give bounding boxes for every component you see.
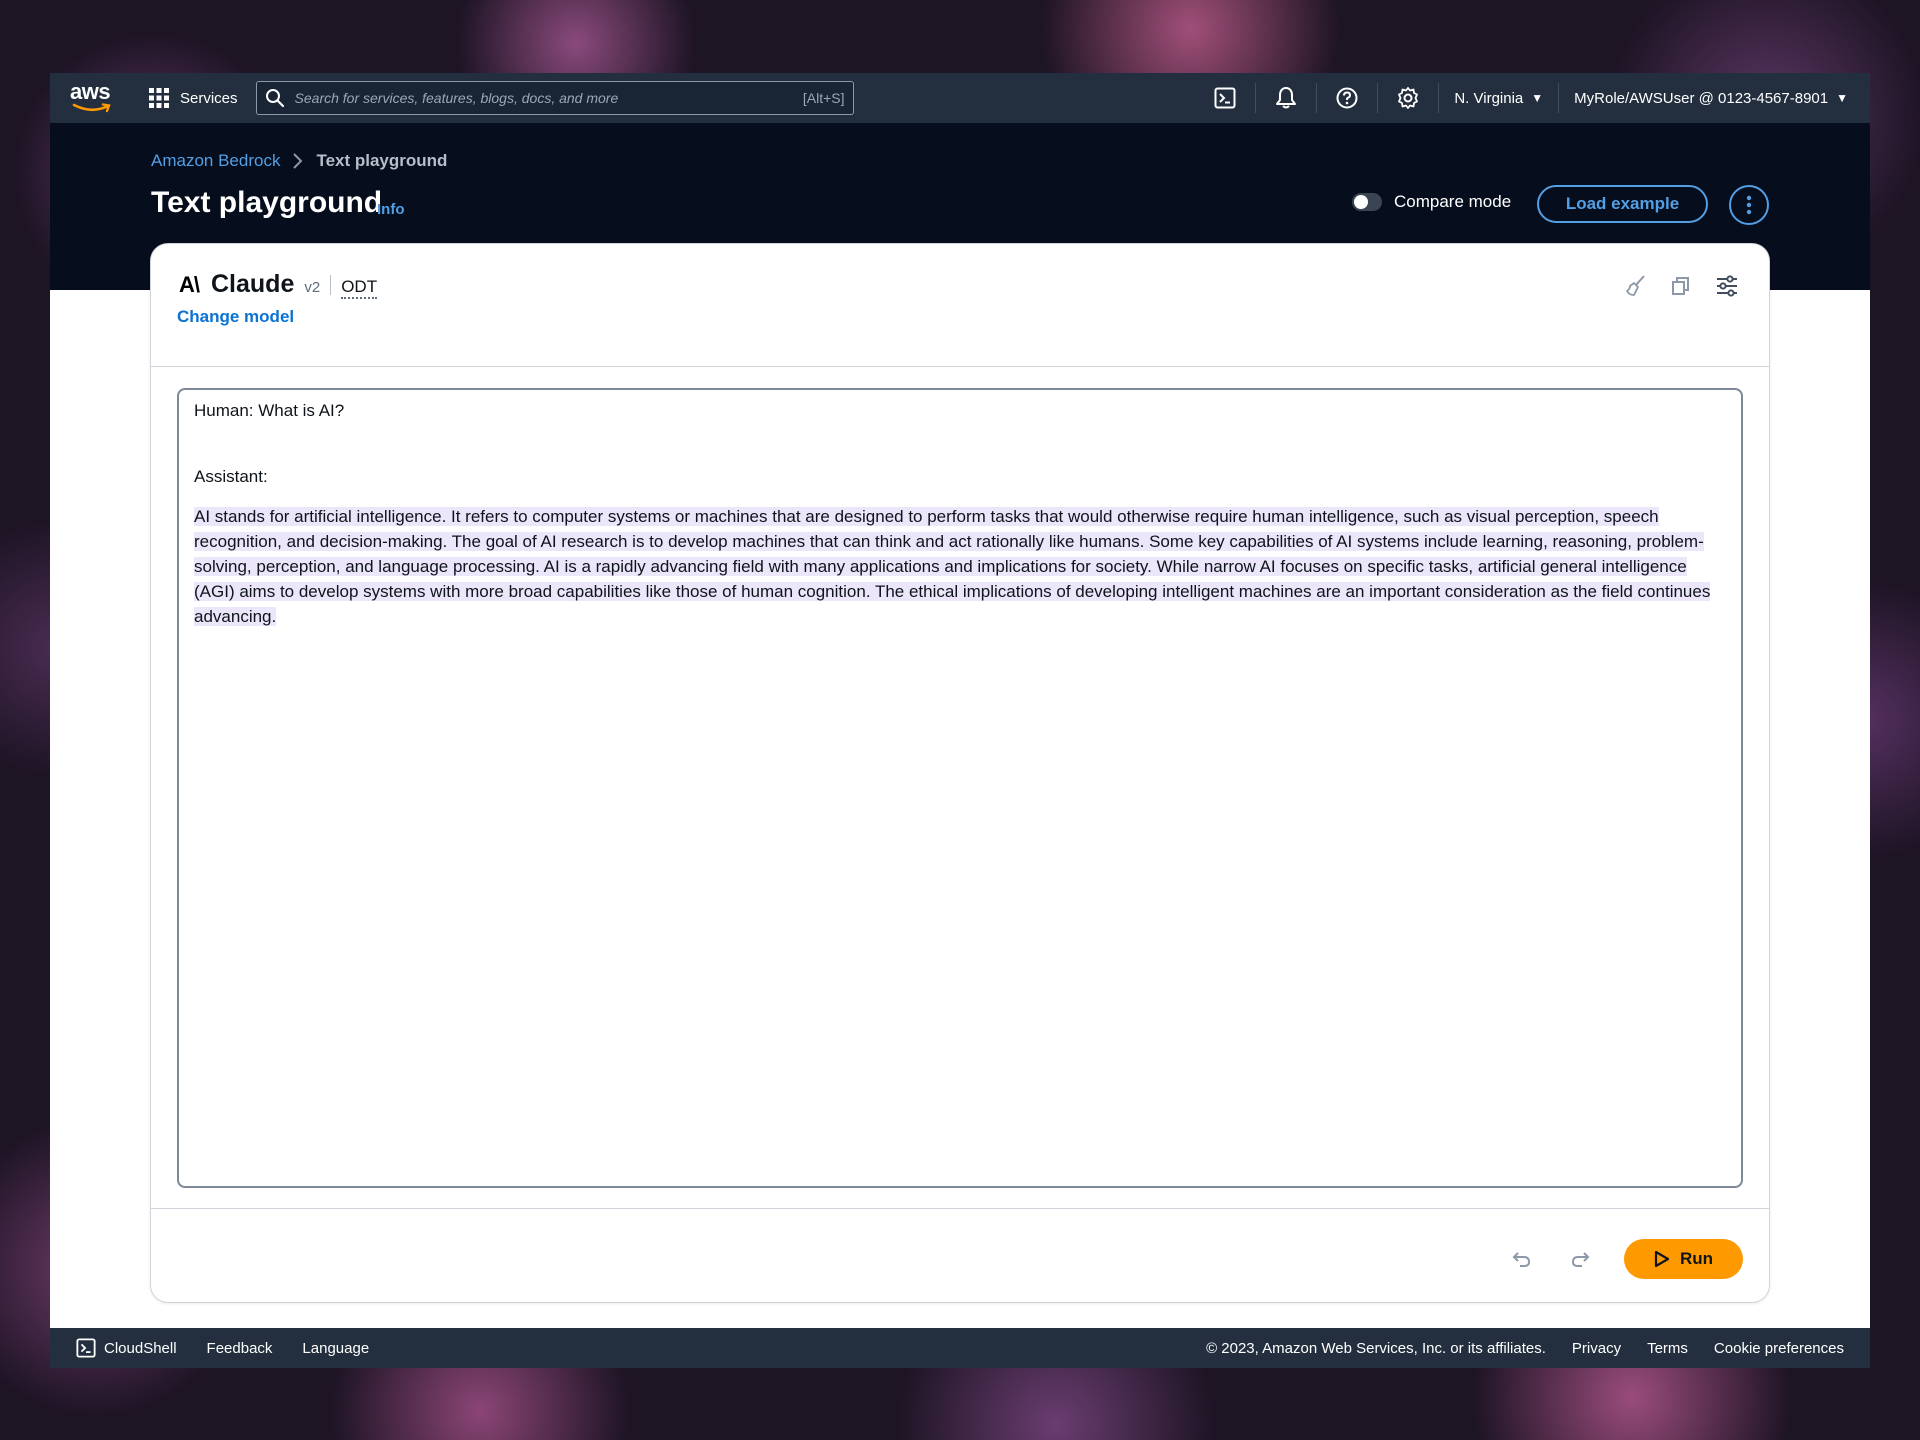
play-icon (1654, 1250, 1670, 1268)
compare-mode: Compare mode (1352, 192, 1511, 212)
account-label: MyRole/AWSUser @ 0123-4567-8901 (1574, 89, 1829, 107)
more-actions-button[interactable] (1729, 185, 1769, 225)
nav-separator (1558, 83, 1560, 113)
nav-right-group: N. Virginia ▼ MyRole/AWSUser @ 0123-4567… (1210, 83, 1848, 113)
copy-icon[interactable] (1667, 272, 1695, 300)
nav-separator (1255, 83, 1257, 113)
info-link[interactable]: Info (377, 201, 405, 218)
nav-separator (1438, 83, 1440, 113)
top-navigation: aws Services [Alt+S] (50, 73, 1870, 123)
services-label: Services (180, 89, 238, 107)
cookie-preferences-link[interactable]: Cookie preferences (1714, 1340, 1844, 1357)
breadcrumb-current: Text playground (316, 151, 448, 170)
card-divider (151, 366, 1769, 367)
vertical-dots-icon (1746, 195, 1752, 215)
playground-card: A\ Claude v2 ODT Change model Human: Wha… (150, 243, 1770, 1303)
card-divider (151, 1208, 1769, 1209)
cloudshell-link[interactable]: CloudShell (76, 1338, 177, 1358)
footer-left: CloudShell Feedback Language (76, 1338, 369, 1358)
feedback-link[interactable]: Feedback (207, 1340, 273, 1357)
account-menu[interactable]: MyRole/AWSUser @ 0123-4567-8901 ▼ (1574, 90, 1848, 107)
card-actions: Run (1508, 1239, 1743, 1279)
caret-down-icon: ▼ (1531, 91, 1544, 105)
settings-sliders-icon[interactable] (1713, 272, 1741, 300)
search-bar[interactable]: [Alt+S] (255, 81, 854, 115)
aws-logo-text: aws (70, 79, 111, 104)
compare-mode-label: Compare mode (1394, 192, 1512, 211)
caret-down-icon: ▼ (1836, 91, 1848, 105)
model-response-text: AI stands for artificial intelligence. I… (194, 507, 1711, 626)
run-button[interactable]: Run (1624, 1239, 1743, 1279)
bell-icon[interactable] (1271, 83, 1301, 113)
compare-mode-toggle[interactable] (1352, 193, 1382, 211)
prompt-editor[interactable]: Human: What is AI? Assistant: AI stands … (177, 388, 1743, 1188)
grid-icon (149, 88, 169, 108)
change-model-link[interactable]: Change model (177, 307, 294, 327)
gear-icon[interactable] (1393, 83, 1423, 113)
help-icon[interactable] (1332, 83, 1362, 113)
model-divider (330, 274, 332, 295)
model-name: Claude (211, 270, 295, 298)
breadcrumb: Amazon Bedrock Text playground (151, 151, 447, 171)
browser-window: aws Services [Alt+S] (50, 73, 1870, 1368)
footer-right: © 2023, Amazon Web Services, Inc. or its… (1206, 1340, 1844, 1357)
language-link[interactable]: Language (302, 1340, 369, 1357)
cloudshell-nav-icon[interactable] (1210, 83, 1240, 113)
model-info: A\ Claude v2 ODT (179, 270, 378, 299)
page-title: Text playground (151, 186, 383, 219)
privacy-link[interactable]: Privacy (1572, 1340, 1621, 1357)
copyright-text: © 2023, Amazon Web Services, Inc. or its… (1206, 1339, 1546, 1357)
services-menu[interactable]: Services (148, 87, 238, 109)
aws-logo[interactable]: aws (70, 81, 116, 115)
prompt-human-line: Human: What is AI? (194, 401, 345, 420)
cloudshell-label: CloudShell (104, 1339, 177, 1357)
search-input[interactable] (292, 89, 803, 107)
model-version: v2 (304, 279, 321, 296)
terms-link[interactable]: Terms (1647, 1340, 1688, 1357)
broom-icon[interactable] (1621, 272, 1649, 300)
search-icon (265, 89, 284, 108)
load-example-button[interactable]: Load example (1537, 185, 1708, 223)
redo-icon[interactable] (1566, 1245, 1594, 1273)
undo-icon[interactable] (1508, 1245, 1536, 1273)
card-toolbar (1621, 272, 1741, 300)
model-tag[interactable]: ODT (341, 277, 378, 299)
nav-separator (1316, 83, 1318, 113)
region-label: N. Virginia (1454, 89, 1524, 107)
search-shortcut: [Alt+S] (802, 90, 845, 106)
footer-bar: CloudShell Feedback Language © 2023, Ama… (50, 1328, 1870, 1368)
chevron-right-icon (293, 153, 303, 169)
run-label: Run (1679, 1249, 1714, 1268)
nav-separator (1377, 83, 1379, 113)
cloudshell-icon (76, 1338, 96, 1358)
aws-smile-icon (72, 103, 111, 113)
anthropic-logo-icon: A\ (179, 272, 200, 297)
region-selector[interactable]: N. Virginia ▼ (1454, 90, 1543, 107)
prompt-assistant-line: Assistant: (194, 467, 268, 486)
breadcrumb-link-bedrock[interactable]: Amazon Bedrock (151, 151, 280, 171)
